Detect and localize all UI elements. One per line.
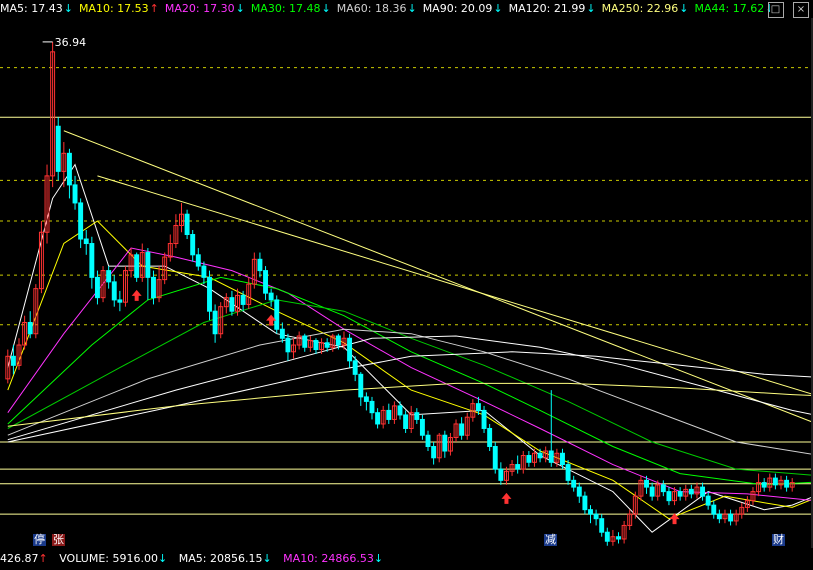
candle-body <box>151 276 156 299</box>
candle-body <box>576 486 582 497</box>
candle-body <box>728 513 734 522</box>
trendline <box>63 130 813 423</box>
candle-body <box>565 464 571 481</box>
candle-body <box>688 488 694 495</box>
candle-body <box>83 238 89 245</box>
candle-body <box>515 464 521 470</box>
candle-body <box>369 400 375 414</box>
candle-body <box>263 270 268 294</box>
candle-body <box>397 405 403 416</box>
signal-arrow-icon <box>131 289 142 301</box>
ma-line-ma5 <box>7 163 813 533</box>
candlestick-chart[interactable]: 36.9416.11 <box>0 0 813 550</box>
candle-body <box>207 276 212 312</box>
candle-body <box>134 254 140 278</box>
tag-cai: 财 <box>772 533 785 546</box>
partial-value: 426.87↑ <box>0 552 48 565</box>
candle-body <box>89 243 95 278</box>
candle-body <box>106 270 112 283</box>
candle-body <box>666 491 672 502</box>
candle-body <box>475 403 481 411</box>
candle-body <box>660 484 666 493</box>
candle-body <box>358 373 364 398</box>
candle-body <box>268 292 274 301</box>
candle-body <box>195 254 201 267</box>
candle-body <box>335 335 341 346</box>
signal-arrow-icon <box>501 492 512 504</box>
candle-body <box>347 337 353 362</box>
candle-body <box>705 495 711 506</box>
candle-body <box>772 477 778 486</box>
candle-body <box>363 396 369 402</box>
volume-ma5: MA5: 20856.15↓ <box>178 552 272 565</box>
volume-readout: VOLUME: 5916.00↓ <box>59 552 168 565</box>
candle-body <box>442 434 448 452</box>
candle-body <box>425 434 431 448</box>
candle-body <box>677 491 683 497</box>
tag-ting: 停 <box>33 533 46 546</box>
candle-body <box>403 414 409 429</box>
candle-body <box>257 258 263 272</box>
candle-body <box>279 328 285 339</box>
candle-body <box>117 299 123 303</box>
candle-body <box>55 125 61 172</box>
candle-body <box>616 536 621 540</box>
candle-body <box>240 294 246 305</box>
candle-body <box>548 450 554 463</box>
candle-body <box>481 409 487 429</box>
candle-body <box>537 452 543 459</box>
candle-body <box>414 412 420 420</box>
candle-body <box>111 281 117 301</box>
candle-body <box>761 482 767 488</box>
candle-body <box>431 446 437 459</box>
candle-body <box>66 152 72 186</box>
candle-body <box>27 321 33 335</box>
candle-body <box>716 513 722 520</box>
candle-body <box>94 276 100 299</box>
candle-body <box>711 504 717 515</box>
candle-body <box>229 297 235 312</box>
candle-body <box>302 335 308 348</box>
candle-body <box>582 495 588 511</box>
candle-body <box>386 409 392 420</box>
volume-ma10: MA10: 24866.53↓ <box>283 552 384 565</box>
candle-body <box>352 360 358 375</box>
candle-body <box>593 513 599 520</box>
candle-body <box>375 412 381 425</box>
candle-body <box>285 337 291 353</box>
ma-line-ma30 <box>7 276 813 486</box>
volume-info-bar: 426.87↑ VOLUME: 5916.00↓ MA5: 20856.15↓ … <box>0 551 813 567</box>
candle-body <box>700 486 706 497</box>
candle-body <box>78 202 84 240</box>
ma-line-ma20 <box>7 247 813 501</box>
candle-body <box>526 455 532 463</box>
candle-body <box>324 342 330 348</box>
candle-body <box>184 213 190 236</box>
candle-body <box>313 340 319 351</box>
candle-body <box>459 423 465 436</box>
candle-body <box>784 479 790 488</box>
tag-jian: 减 <box>544 533 557 546</box>
candle-body <box>487 427 493 448</box>
ma-line-ma60 <box>7 328 813 455</box>
candle-body <box>644 479 649 488</box>
candle-body <box>560 452 565 466</box>
annotation-label: 36.94 <box>55 36 87 49</box>
candle-body <box>649 486 655 497</box>
candle-body <box>604 531 610 542</box>
tag-zhang: 张 <box>52 533 65 546</box>
candle-body <box>492 446 498 470</box>
candle-body <box>10 355 16 366</box>
candle-body <box>588 509 593 515</box>
candle-body <box>212 310 218 335</box>
candle-body <box>274 299 280 330</box>
candle-body <box>72 184 78 204</box>
candle-body <box>419 418 425 436</box>
candle-body <box>571 479 577 488</box>
candle-body <box>201 265 207 278</box>
candle-body <box>145 252 151 278</box>
candle-body <box>190 234 196 256</box>
candle-body <box>599 518 605 533</box>
candle-body <box>498 468 504 481</box>
